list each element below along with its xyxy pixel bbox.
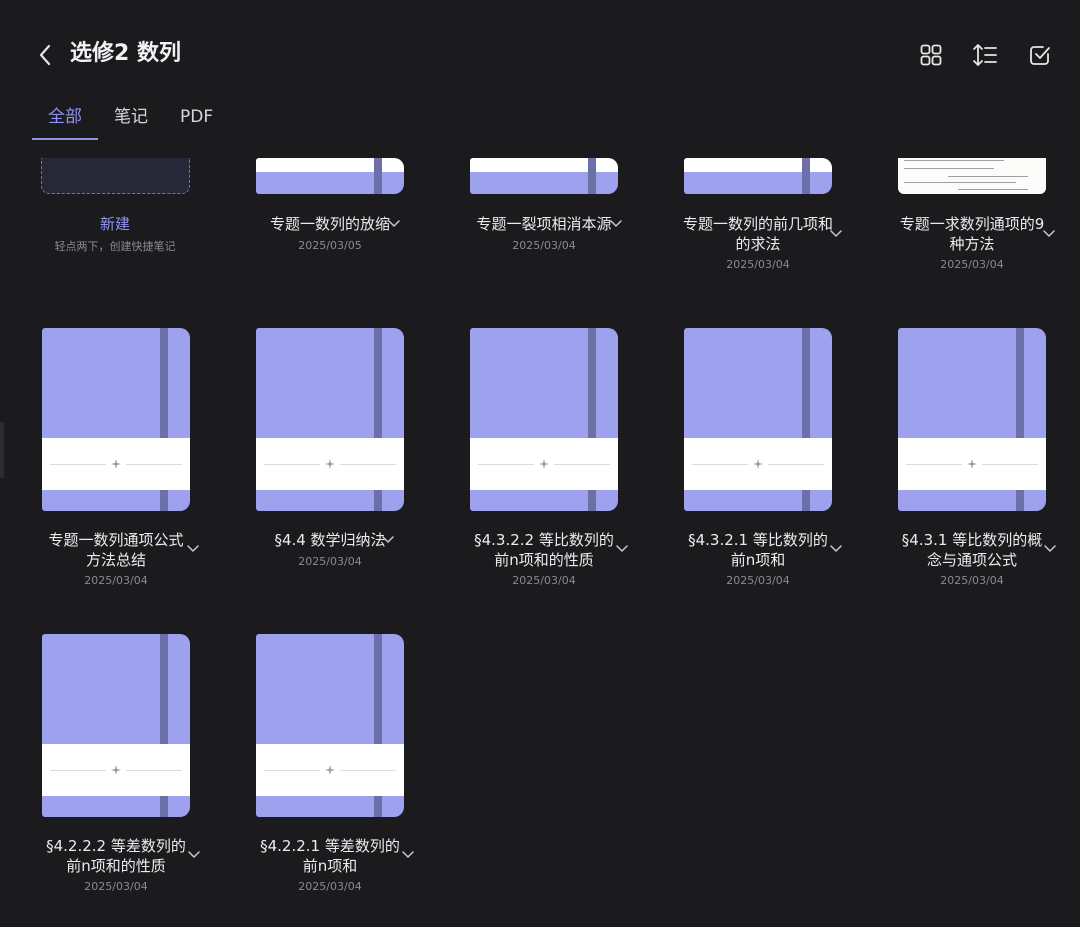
notebook-title: 专题一裂项相消本源 [476, 215, 612, 233]
notebook-date: 2025/03/04 [726, 258, 790, 271]
tab-all[interactable]: 全部 [32, 100, 98, 140]
notebook-title: 专题一数列的前几项和的求法 [683, 215, 834, 253]
notebook-menu-button[interactable] [185, 541, 201, 557]
chevron-down-icon [402, 851, 414, 858]
select-button[interactable] [1024, 39, 1056, 71]
notebook-title: 专题一数列的放缩 [269, 215, 390, 233]
notebook-cover[interactable] [684, 328, 832, 511]
notebook-date: 2025/03/04 [84, 574, 148, 587]
chevron-left-icon [39, 44, 51, 66]
chevron-down-icon [382, 536, 394, 543]
chevron-down-icon [616, 545, 628, 552]
notebook-grid: 新建 轻点两下，创建快捷笔记 专题一数列的放缩 2025/03/05 专题一裂项… [0, 158, 1080, 927]
sort-button[interactable] [969, 39, 1001, 71]
select-check-icon [1030, 46, 1050, 65]
notebook-date: 2025/03/04 [726, 574, 790, 587]
sort-icon [973, 44, 997, 66]
header: 选修2 数列 [0, 0, 1080, 100]
chevron-down-icon [187, 545, 199, 552]
notebook-title: 专题一数列通项公式方法总结 [48, 531, 184, 569]
notebook-title: §4.3.1 等比数列的概念与通项公式 [901, 531, 1043, 569]
chevron-down-icon [1043, 230, 1055, 237]
chevron-down-icon [830, 230, 842, 237]
notebook-title: §4.4 数学归纳法 [274, 531, 386, 549]
sparkle-icon [322, 456, 338, 472]
notebook-cover[interactable] [898, 328, 1046, 511]
notebook-menu-button[interactable] [1041, 226, 1057, 242]
chevron-down-icon [1044, 545, 1056, 552]
notebook-menu-button[interactable] [400, 847, 416, 863]
notebook-cover[interactable] [256, 158, 404, 194]
sparkle-icon [322, 762, 338, 778]
grid-view-icon [920, 44, 942, 66]
notebook-menu-button[interactable] [380, 532, 396, 548]
notebook-date: 2025/03/04 [84, 880, 148, 893]
notebook-menu-button[interactable] [386, 216, 402, 232]
notebook-date: 2025/03/04 [298, 555, 362, 568]
notebook-cover[interactable] [42, 328, 190, 511]
chevron-down-icon [610, 220, 622, 227]
notebook-date: 2025/03/04 [940, 574, 1004, 587]
notebook-title: §4.2.2.2 等差数列的前n项和的性质 [46, 837, 186, 875]
notebook-menu-button[interactable] [186, 847, 202, 863]
notebook-title: §4.3.2.2 等比数列的前n项和的性质 [474, 531, 614, 569]
notebook-menu-button[interactable] [828, 226, 844, 242]
notebook-date: 2025/03/04 [512, 239, 576, 252]
page-title: 选修2 数列 [70, 41, 181, 66]
notebook-menu-button[interactable] [608, 216, 624, 232]
tab-notes[interactable]: 笔记 [98, 100, 164, 140]
new-notebook-hint: 轻点两下，创建快捷笔记 [54, 240, 176, 253]
chevron-down-icon [188, 851, 200, 858]
notebook-menu-button[interactable] [614, 541, 630, 557]
notebook-cover[interactable] [684, 158, 832, 194]
notebook-cover[interactable] [470, 328, 618, 511]
notebook-date: 2025/03/05 [298, 239, 362, 252]
sparkle-icon [108, 456, 124, 472]
notebook-menu-button[interactable] [828, 541, 844, 557]
grid-view-button[interactable] [915, 39, 947, 71]
chevron-down-icon [388, 220, 400, 227]
new-notebook-label: 新建 [99, 215, 130, 233]
back-button[interactable] [30, 38, 60, 72]
notebook-date: 2025/03/04 [298, 880, 362, 893]
notebook-date: 2025/03/04 [512, 574, 576, 587]
notebook-cover[interactable] [470, 158, 618, 194]
notebook-title: §4.2.2.1 等差数列的前n项和 [260, 837, 400, 875]
sparkle-icon [964, 456, 980, 472]
tab-bar: 全部 笔记 PDF [32, 100, 229, 140]
notebook-cover[interactable] [256, 328, 404, 511]
notebook-cover[interactable] [42, 634, 190, 817]
new-notebook-box[interactable] [41, 158, 190, 194]
sparkle-icon [108, 762, 124, 778]
notebook-title: 专题一求数列通项的9种方法 [899, 215, 1045, 253]
notebook-date: 2025/03/04 [940, 258, 1004, 271]
notebook-folder-screen: 选修2 数列 全部 笔记 PDF 新建 轻点两下，创建快捷笔记 专题一数列的放缩… [0, 0, 1080, 927]
chevron-down-icon [830, 545, 842, 552]
sparkle-icon [536, 456, 552, 472]
sparkle-icon [750, 456, 766, 472]
notebook-cover[interactable] [256, 634, 404, 817]
page-preview-thumbnail[interactable] [898, 158, 1046, 194]
notebook-menu-button[interactable] [1042, 541, 1058, 557]
tab-pdf[interactable]: PDF [164, 100, 229, 140]
notebook-title: §4.3.2.1 等比数列的前n项和 [688, 531, 828, 569]
